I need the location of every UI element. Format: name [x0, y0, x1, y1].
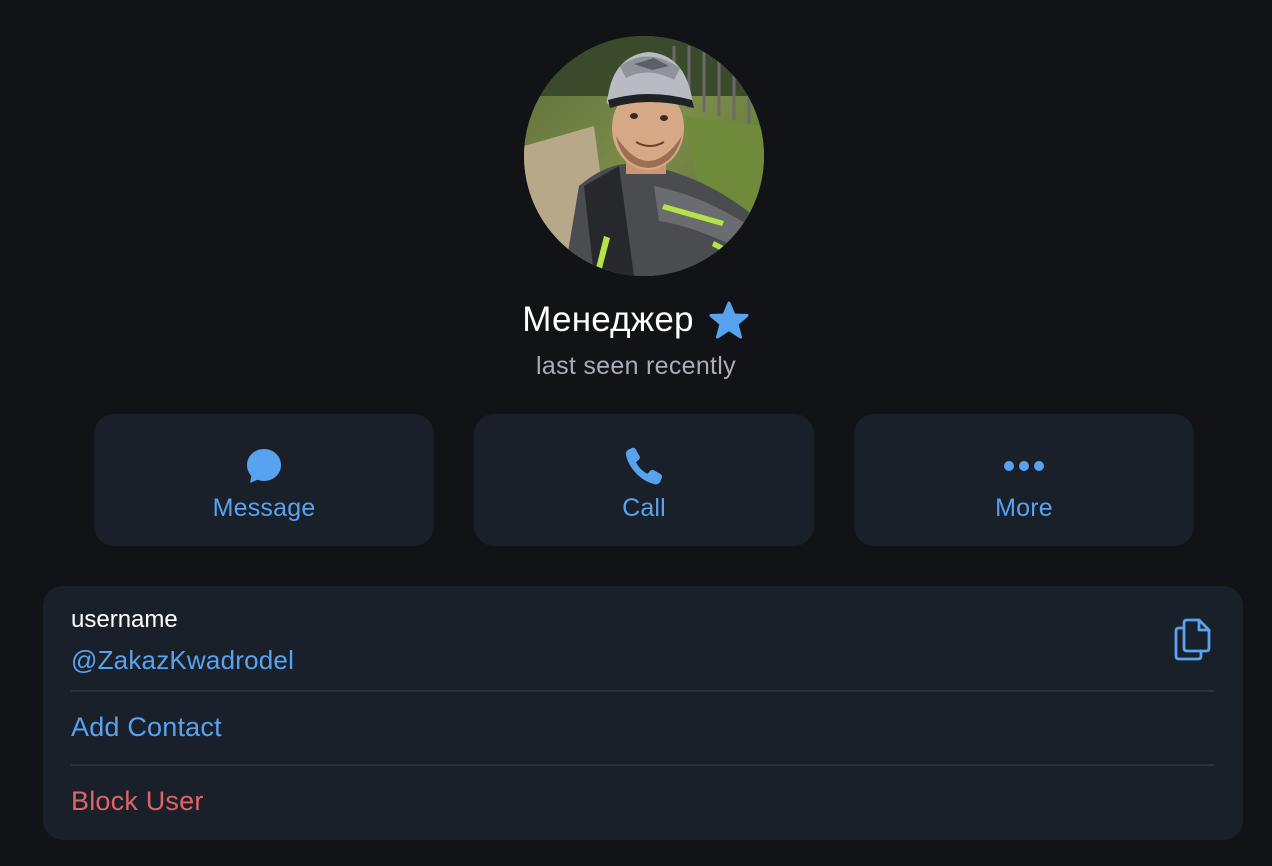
message-button[interactable]: Message	[94, 414, 434, 546]
more-label: More	[995, 494, 1053, 522]
add-contact-button[interactable]: Add Contact	[71, 712, 222, 743]
username-value[interactable]: @ZakazKwadrodel	[71, 645, 294, 676]
call-label: Call	[622, 494, 666, 522]
call-button[interactable]: Call	[474, 414, 814, 546]
profile-page: Менеджер last seen recently Message Call	[0, 0, 1272, 866]
username-caption: username	[71, 606, 178, 633]
info-card: username @ZakazKwadrodel Add Contact Blo…	[43, 586, 1243, 840]
divider	[71, 690, 1215, 692]
message-label: Message	[212, 494, 316, 522]
last-seen-status: last seen recently	[536, 352, 736, 380]
phone-icon	[625, 447, 663, 485]
more-button[interactable]: More	[854, 414, 1194, 546]
divider	[71, 764, 1215, 766]
profile-name: Менеджер	[522, 300, 694, 339]
avatar-photo	[524, 36, 764, 276]
avatar[interactable]	[524, 36, 764, 276]
premium-star-icon[interactable]	[708, 300, 750, 342]
more-dots-icon	[1004, 461, 1044, 471]
block-user-button[interactable]: Block User	[71, 786, 204, 817]
chat-bubble-icon	[247, 449, 281, 483]
username-row[interactable]: username @ZakazKwadrodel	[43, 586, 1243, 690]
profile-name-row: Менеджер	[0, 296, 1272, 344]
copy-icon[interactable]	[1171, 616, 1215, 662]
